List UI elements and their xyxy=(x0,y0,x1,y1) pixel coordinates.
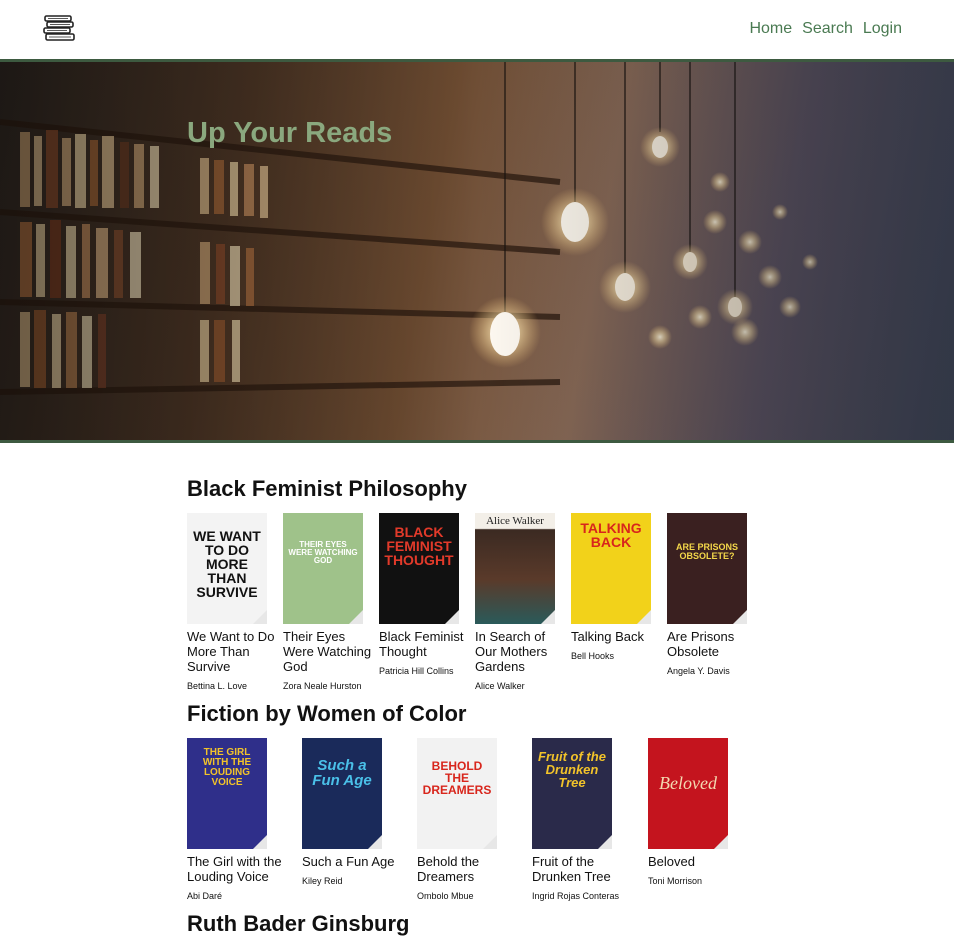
book-cover[interactable]: ARE PRISONS OBSOLETE? xyxy=(667,513,747,624)
cover-text: THEIR EYES WERE WATCHING GOD xyxy=(288,540,358,565)
book-cover[interactable]: BEHOLD THE DREAMERS xyxy=(417,738,497,849)
main-nav: Home Search Login xyxy=(749,19,902,39)
page-curl xyxy=(733,610,747,624)
page-curl xyxy=(598,835,612,849)
nav-home-link[interactable]: Home xyxy=(749,19,792,39)
book-card[interactable]: BLACK FEMINIST THOUGHT Black Feminist Th… xyxy=(379,513,469,677)
section-title: Fiction by Women of Color xyxy=(187,701,467,726)
section-title: Ruth Bader Ginsburg xyxy=(187,911,410,936)
book-card[interactable]: Such a Fun Age Such a Fun Age Kiley Reid xyxy=(302,738,407,887)
page-curl xyxy=(253,610,267,624)
cover-text: BLACK FEMINIST THOUGHT xyxy=(384,524,454,568)
book-title[interactable]: Talking Back xyxy=(571,629,661,644)
book-author: Angela Y. Davis xyxy=(667,666,730,676)
book-card[interactable]: ARE PRISONS OBSOLETE? Are Prisons Obsole… xyxy=(667,513,757,677)
book-author: Toni Morrison xyxy=(648,876,703,886)
book-title[interactable]: Black Feminist Thought xyxy=(379,629,469,659)
book-cover[interactable]: THE GIRL WITH THE LOUDING VOICE xyxy=(187,738,267,849)
book-cover[interactable]: Such a Fun Age xyxy=(302,738,382,849)
page-curl xyxy=(637,610,651,624)
book-title[interactable]: Their Eyes Were Watching God xyxy=(283,629,373,674)
book-title[interactable]: Such a Fun Age xyxy=(302,854,407,869)
page-curl xyxy=(445,610,459,624)
nav-login-link[interactable]: Login xyxy=(863,19,902,39)
book-card[interactable]: TALKING BACK Talking Back Bell Hooks xyxy=(571,513,661,662)
book-author: Ingrid Rojas Conteras xyxy=(532,891,620,901)
book-cover[interactable]: THEIR EYES WERE WATCHING GOD xyxy=(283,513,363,624)
book-card[interactable]: Fruit of the Drunken Tree Fruit of the D… xyxy=(532,738,637,902)
book-author: Bell Hooks xyxy=(571,651,615,661)
book-author: Zora Neale Hurston xyxy=(283,681,362,691)
book-author: Kiley Reid xyxy=(302,876,343,886)
nav-search-link[interactable]: Search xyxy=(802,19,853,39)
book-card[interactable]: THE GIRL WITH THE LOUDING VOICE The Girl… xyxy=(187,738,292,902)
book-title[interactable]: Are Prisons Obsolete xyxy=(667,629,757,659)
cover-text: BEHOLD THE DREAMERS xyxy=(422,759,492,797)
cover-text: Such a Fun Age xyxy=(312,757,372,789)
cover-text: WE WANT TO DO MORE THAN SURVIVE xyxy=(193,528,261,600)
cover-text: ARE PRISONS OBSOLETE? xyxy=(675,542,738,561)
book-cover[interactable]: BLACK FEMINIST THOUGHT xyxy=(379,513,459,624)
book-author: Abi Daré xyxy=(187,891,223,901)
page-curl xyxy=(483,835,497,849)
book-author: Patricia Hill Collins xyxy=(379,666,454,676)
book-title[interactable]: Beloved xyxy=(648,854,753,869)
book-author: Ombolo Mbue xyxy=(417,891,474,901)
book-title[interactable]: The Girl with the Louding Voice xyxy=(187,854,292,884)
hero-title: Up Your Reads xyxy=(187,117,393,149)
navbar: Home Search Login xyxy=(0,0,954,59)
cover-text: Alice Walker xyxy=(486,515,544,527)
hero-banner: Up Your Reads xyxy=(0,59,954,443)
page-curl xyxy=(541,610,555,624)
page-curl xyxy=(349,610,363,624)
book-card[interactable]: BEHOLD THE DREAMERS Behold the Dreamers … xyxy=(417,738,522,902)
book-title[interactable]: In Search of Our Mothers Gardens xyxy=(475,629,565,674)
book-card[interactable]: Alice Walker In Search of Our Mothers Ga… xyxy=(475,513,565,692)
book-author: Alice Walker xyxy=(475,681,525,691)
cover-text: TALKING BACK xyxy=(580,520,642,550)
book-title[interactable]: Behold the Dreamers xyxy=(417,854,522,884)
book-card[interactable]: WE WANT TO DO MORE THAN SURVIVE We Want … xyxy=(187,513,277,692)
page-curl xyxy=(253,835,267,849)
cover-text: Fruit of the Drunken Tree xyxy=(538,749,606,790)
cover-text: THE GIRL WITH THE LOUDING VOICE xyxy=(202,747,252,788)
book-title[interactable]: We Want to Do More Than Survive xyxy=(187,629,277,674)
library-photo xyxy=(0,62,954,440)
book-cover[interactable]: Fruit of the Drunken Tree xyxy=(532,738,612,849)
books-logo-icon[interactable] xyxy=(42,14,76,44)
book-card[interactable]: Beloved Beloved Toni Morrison xyxy=(648,738,753,887)
book-card[interactable]: THEIR EYES WERE WATCHING GOD Their Eyes … xyxy=(283,513,373,692)
book-cover[interactable]: Beloved xyxy=(648,738,728,849)
book-cover[interactable]: WE WANT TO DO MORE THAN SURVIVE xyxy=(187,513,267,624)
page-curl xyxy=(714,835,728,849)
cover-text: Beloved xyxy=(659,773,717,793)
book-title[interactable]: Fruit of the Drunken Tree xyxy=(532,854,637,884)
book-author: Bettina L. Love xyxy=(187,681,248,691)
book-cover[interactable]: Alice Walker xyxy=(475,513,555,624)
section-title: Black Feminist Philosophy xyxy=(187,476,467,501)
page-curl xyxy=(368,835,382,849)
book-cover[interactable]: TALKING BACK xyxy=(571,513,651,624)
